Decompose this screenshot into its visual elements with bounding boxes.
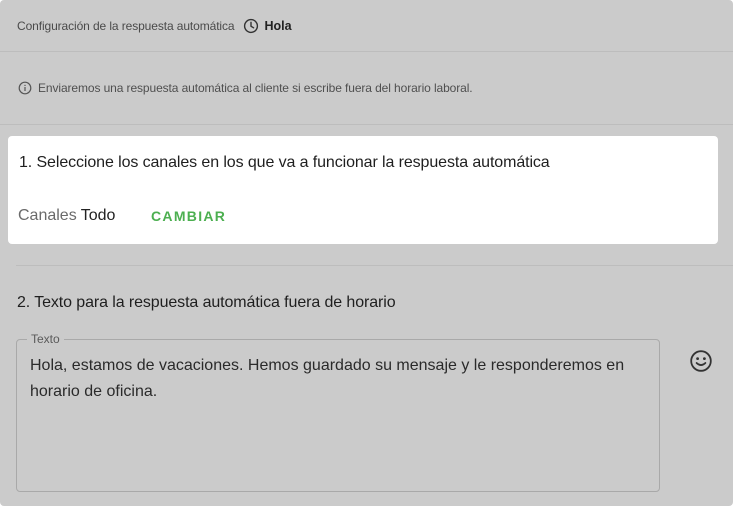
- autoreply-text-field[interactable]: Texto Hola, estamos de vacaciones. Hemos…: [16, 332, 660, 492]
- channels-card: 1. Seleccione los canales en los que va …: [8, 136, 718, 244]
- breadcrumb[interactable]: Configuración de la respuesta automática: [17, 19, 235, 33]
- change-channels-button[interactable]: CAMBIAR: [151, 208, 226, 224]
- schedule-name: Hola: [264, 18, 292, 33]
- channels-label: Canales: [18, 207, 77, 224]
- text-section-title: 2. Texto para la respuesta automática fu…: [17, 294, 396, 311]
- header-bar: Configuración de la respuesta automática…: [0, 0, 733, 52]
- channels-section-title: 1. Seleccione los canales en los que va …: [19, 154, 550, 171]
- text-field-label: Texto: [27, 332, 64, 346]
- info-banner: Enviaremos una respuesta automática al c…: [0, 52, 733, 125]
- autoreply-text-value[interactable]: Hola, estamos de vacaciones. Hemos guard…: [30, 353, 640, 405]
- autoreply-settings-panel: Configuración de la respuesta automática…: [0, 0, 733, 506]
- clock-icon: [243, 18, 259, 34]
- channels-value: Todo: [80, 207, 116, 224]
- channels-row: Canales Todo: [18, 207, 115, 225]
- info-icon: [18, 81, 32, 95]
- emoji-icon[interactable]: [689, 349, 713, 373]
- info-text: Enviaremos una respuesta automática al c…: [38, 81, 473, 95]
- section-divider: [16, 265, 733, 266]
